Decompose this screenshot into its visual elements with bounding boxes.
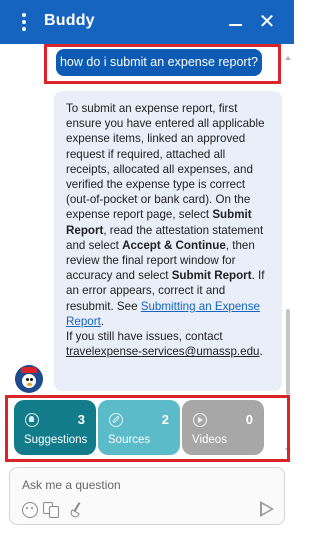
scroll-up-arrow-icon[interactable] [285,56,291,60]
bot-text: . [259,345,263,359]
chat-transcript[interactable]: how do i submit an expense report? To su… [0,44,294,394]
bot-text: To submit an expense report, first ensur… [66,102,265,222]
sources-card[interactable]: 2 Sources [98,400,180,455]
clear-chat-icon[interactable] [68,502,84,519]
bot-message-paragraph: If you still have issues, contact travel… [66,329,270,359]
bot-text: . [100,314,105,328]
play-circle-icon [193,413,207,427]
minimize-icon[interactable] [226,10,246,34]
lightbulb-icon [25,413,39,427]
translate-icon[interactable] [43,502,59,518]
chat-header: Buddy ✕ [0,0,294,44]
close-icon[interactable]: ✕ [255,10,279,34]
penguin-avatar-icon [15,365,43,393]
bot-text: If you still have issues, contact [66,330,223,344]
videos-count: 0 [245,412,253,427]
bot-message: To submit an expense report, first ensur… [54,91,282,391]
scroll-thumb[interactable] [286,309,290,395]
bot-text-bold: Submit Report [171,269,252,283]
videos-label: Videos [192,434,227,446]
suggestions-card[interactable]: 3 Suggestions [14,400,96,455]
kebab-menu-icon[interactable] [14,11,34,33]
sources-count: 2 [161,412,169,427]
send-icon[interactable] [260,501,274,517]
suggestions-label: Suggestions [24,434,88,446]
message-composer [9,467,285,525]
videos-card[interactable]: 0 Videos [182,400,264,455]
sources-label: Sources [108,434,151,446]
bot-text-bold: Accept & Continue [122,238,226,252]
user-message: how do i submit an expense report? [56,49,262,76]
link-icon [109,413,123,427]
support-email-link[interactable]: travelexpense-services@umassp.edu [66,345,260,358]
chat-title: Buddy [44,12,95,29]
suggestions-count: 3 [77,412,85,427]
question-input[interactable] [22,476,262,494]
emoji-icon[interactable] [22,502,38,518]
bot-message-paragraph: To submit an expense report, first ensur… [66,101,270,329]
